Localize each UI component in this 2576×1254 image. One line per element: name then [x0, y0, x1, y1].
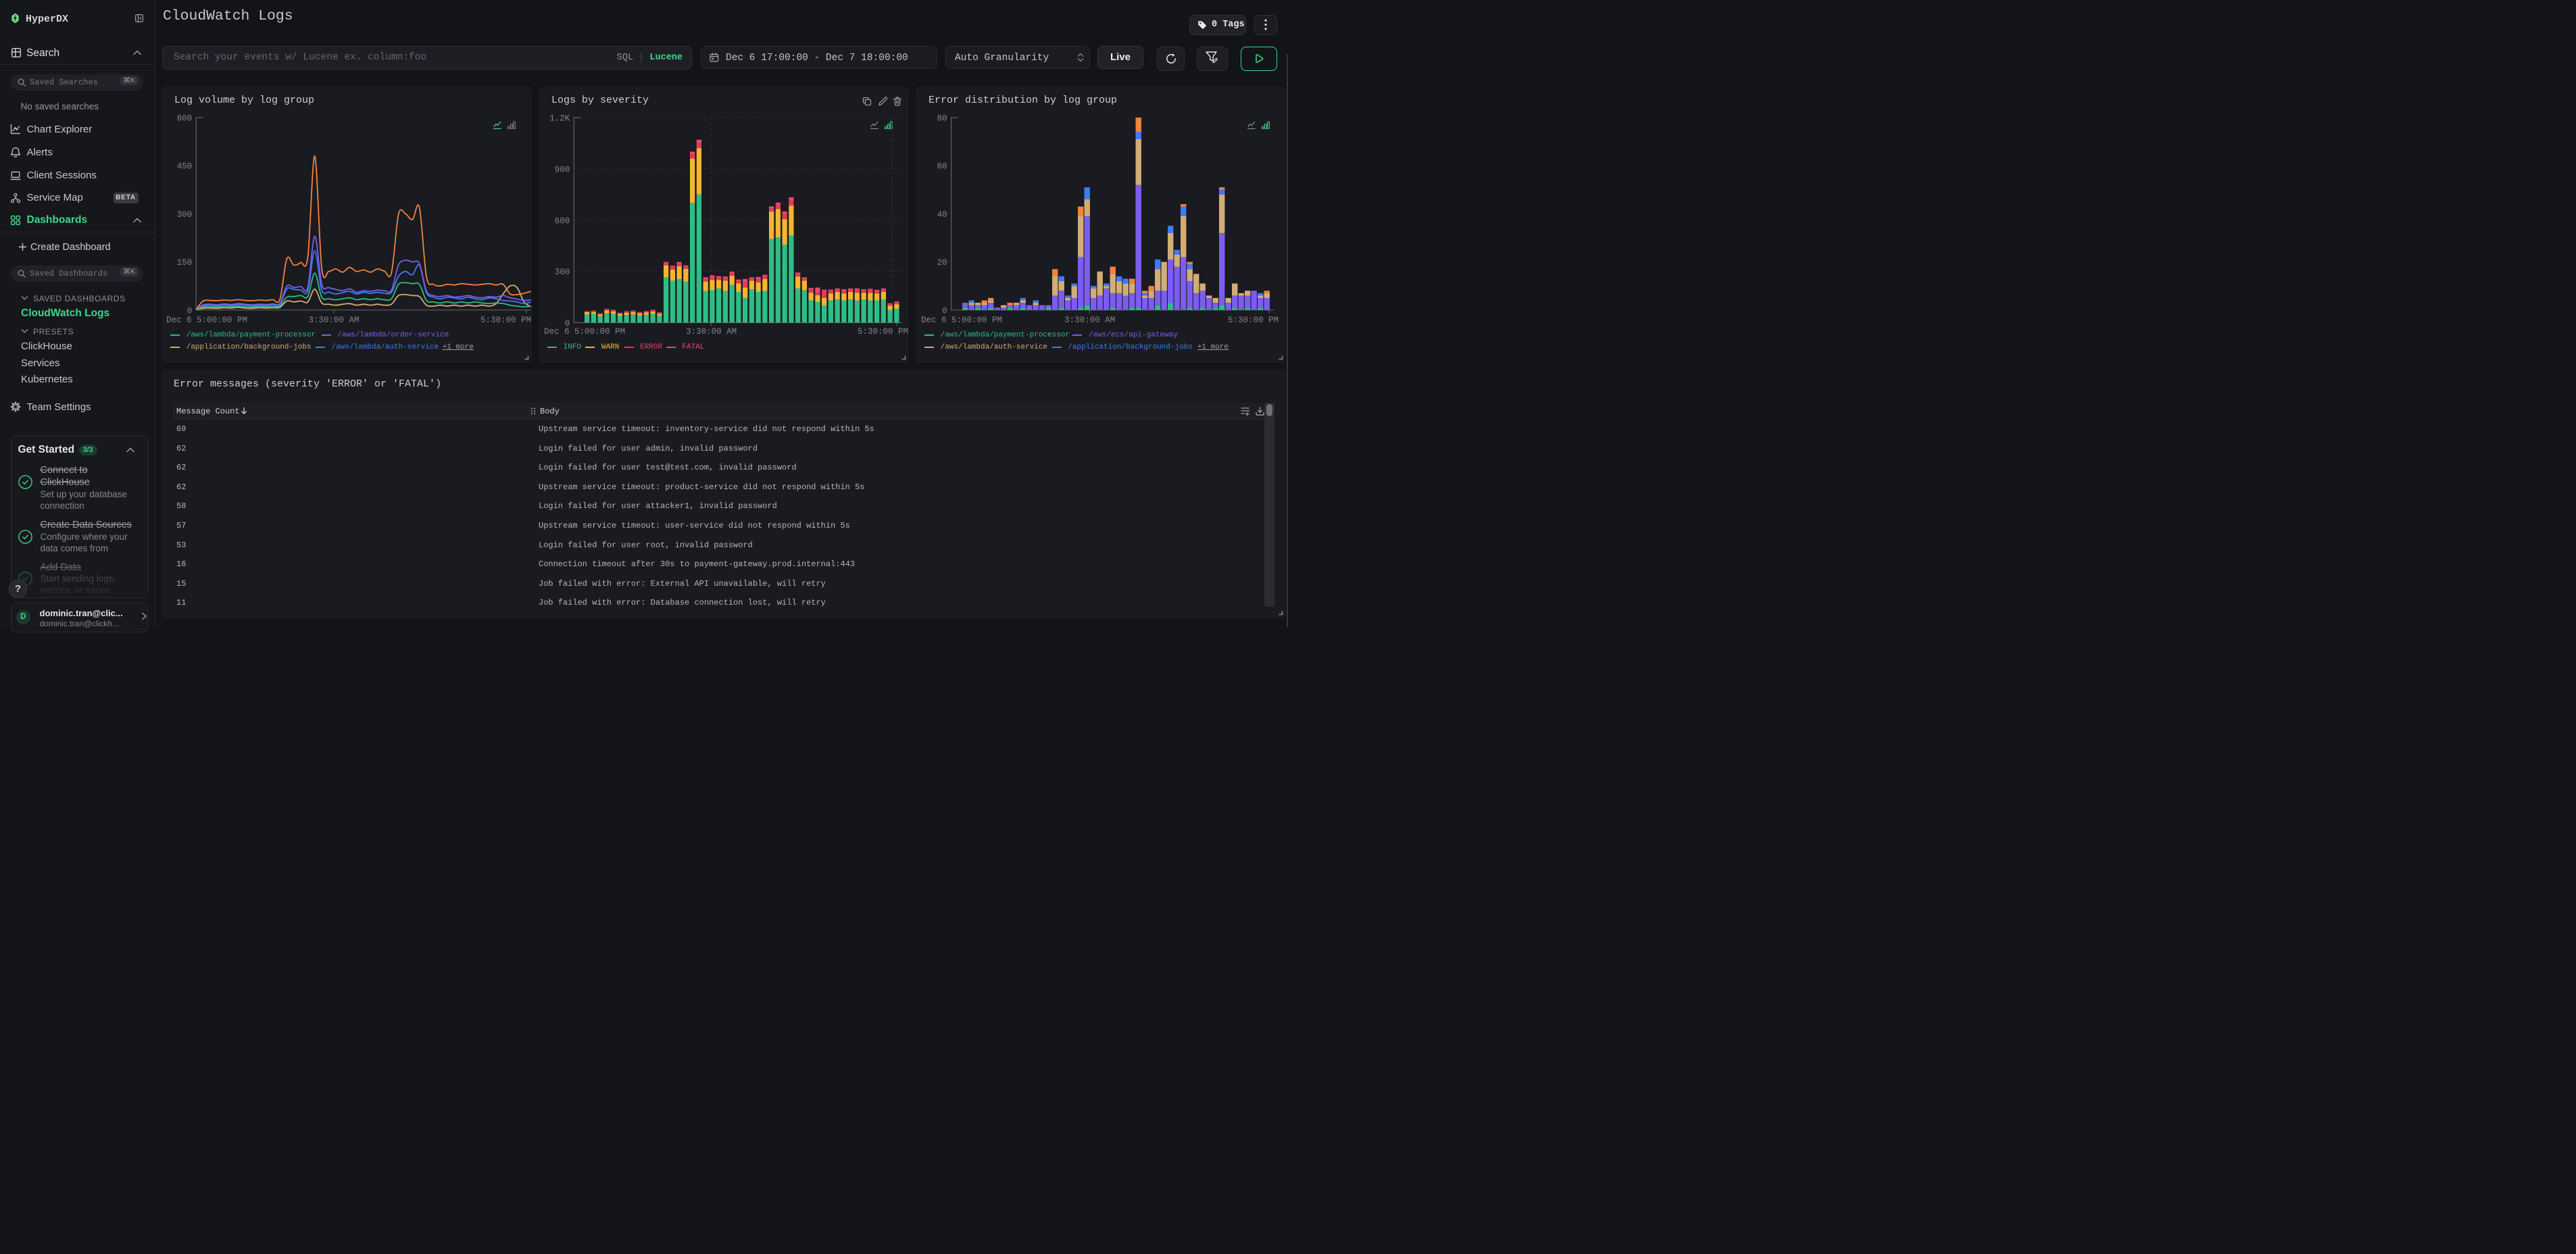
svg-text:600: 600	[555, 216, 570, 226]
svg-text:Dec 6 5:00:00 PM: Dec 6 5:00:00 PM	[544, 327, 625, 336]
svg-text:5:30:00 PM: 5:30:00 PM	[1228, 316, 1279, 325]
svg-text:150: 150	[177, 258, 193, 268]
svg-text:300: 300	[555, 268, 570, 277]
svg-text:5:30:00 PM: 5:30:00 PM	[858, 327, 908, 336]
svg-text:5:30:00 PM: 5:30:00 PM	[480, 316, 531, 325]
svg-text:Dec 6 5:00:00 PM: Dec 6 5:00:00 PM	[921, 316, 1002, 325]
svg-text:20: 20	[937, 258, 947, 268]
svg-text:1.2K: 1.2K	[549, 114, 570, 124]
svg-text:450: 450	[177, 162, 193, 172]
svg-text:0: 0	[187, 306, 193, 316]
svg-text:60: 60	[937, 162, 947, 172]
svg-text:0: 0	[942, 306, 947, 316]
svg-text:80: 80	[937, 114, 947, 124]
svg-text:40: 40	[937, 210, 947, 220]
svg-text:300: 300	[177, 210, 193, 220]
svg-text:Dec 6 5:00:00 PM: Dec 6 5:00:00 PM	[166, 316, 247, 325]
svg-text:600: 600	[177, 114, 193, 124]
svg-text:900: 900	[555, 165, 570, 174]
svg-text:3:30:00 AM: 3:30:00 AM	[308, 316, 359, 325]
svg-text:3:30:00 AM: 3:30:00 AM	[686, 327, 737, 336]
svg-text:3:30:00 AM: 3:30:00 AM	[1064, 316, 1115, 325]
